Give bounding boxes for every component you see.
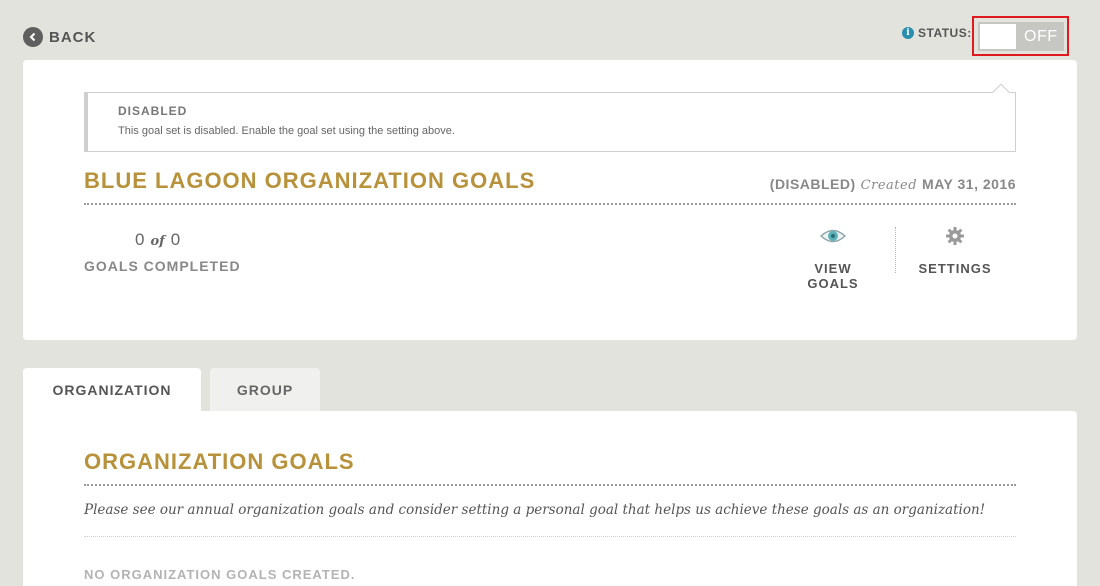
actions-divider xyxy=(895,227,896,273)
of-label: of xyxy=(150,234,165,249)
panel-title: ORGANIZATION GOALS xyxy=(84,449,355,474)
eye-icon xyxy=(819,229,847,250)
info-icon[interactable]: i xyxy=(902,27,914,39)
goal-set-card: DISABLED This goal set is disabled. Enab… xyxy=(23,60,1077,340)
chevron-left-icon xyxy=(23,27,43,47)
goal-set-meta: (DISABLED) Created MAY 31, 2016 xyxy=(770,176,1016,193)
status-toggle[interactable]: OFF xyxy=(978,22,1064,51)
toggle-state-label: OFF xyxy=(1024,28,1058,45)
view-goals-button[interactable]: VIEW GOALS xyxy=(789,226,877,291)
organization-goals-panel: ORGANIZATION GOALS Please see our annual… xyxy=(23,411,1077,586)
panel-title-divider xyxy=(84,484,1016,486)
goal-set-title: BLUE LAGOON ORGANIZATION GOALS xyxy=(84,168,536,193)
goals-total-count: 0 xyxy=(170,230,181,249)
gear-icon xyxy=(945,227,965,250)
notice-text: This goal set is disabled. Enable the go… xyxy=(118,125,455,137)
disabled-notice: DISABLED This goal set is disabled. Enab… xyxy=(84,83,1016,152)
status-label: STATUS: xyxy=(918,26,972,40)
top-bar: BACK i STATUS: xyxy=(0,0,1100,60)
created-date: MAY 31, 2016 xyxy=(922,176,1016,192)
back-button[interactable]: BACK xyxy=(23,27,96,47)
view-goals-label: VIEW GOALS xyxy=(807,261,859,291)
title-divider xyxy=(84,203,1016,205)
goals-count: 0 of 0 xyxy=(135,230,180,250)
created-label: Created xyxy=(860,178,918,193)
back-label: BACK xyxy=(49,28,97,46)
settings-button[interactable]: SETTINGS xyxy=(916,226,994,276)
panel-desc-divider xyxy=(84,536,1016,537)
goal-set-state: (DISABLED) xyxy=(769,176,856,192)
goals-completed-count: 0 xyxy=(135,230,145,249)
tab-organization[interactable]: ORGANIZATION xyxy=(23,368,201,411)
settings-label: SETTINGS xyxy=(918,261,992,276)
notice-caret xyxy=(992,83,1010,101)
panel-description: Please see our annual organization goals… xyxy=(84,502,986,518)
tab-group[interactable]: GROUP xyxy=(210,368,320,411)
goals-completed-label: GOALS COMPLETED xyxy=(84,258,241,274)
status-group: i STATUS: xyxy=(902,26,972,40)
notice-title: DISABLED xyxy=(118,104,188,118)
toggle-knob[interactable] xyxy=(980,24,1016,49)
empty-state-text: NO ORGANIZATION GOALS CREATED. xyxy=(84,567,356,582)
